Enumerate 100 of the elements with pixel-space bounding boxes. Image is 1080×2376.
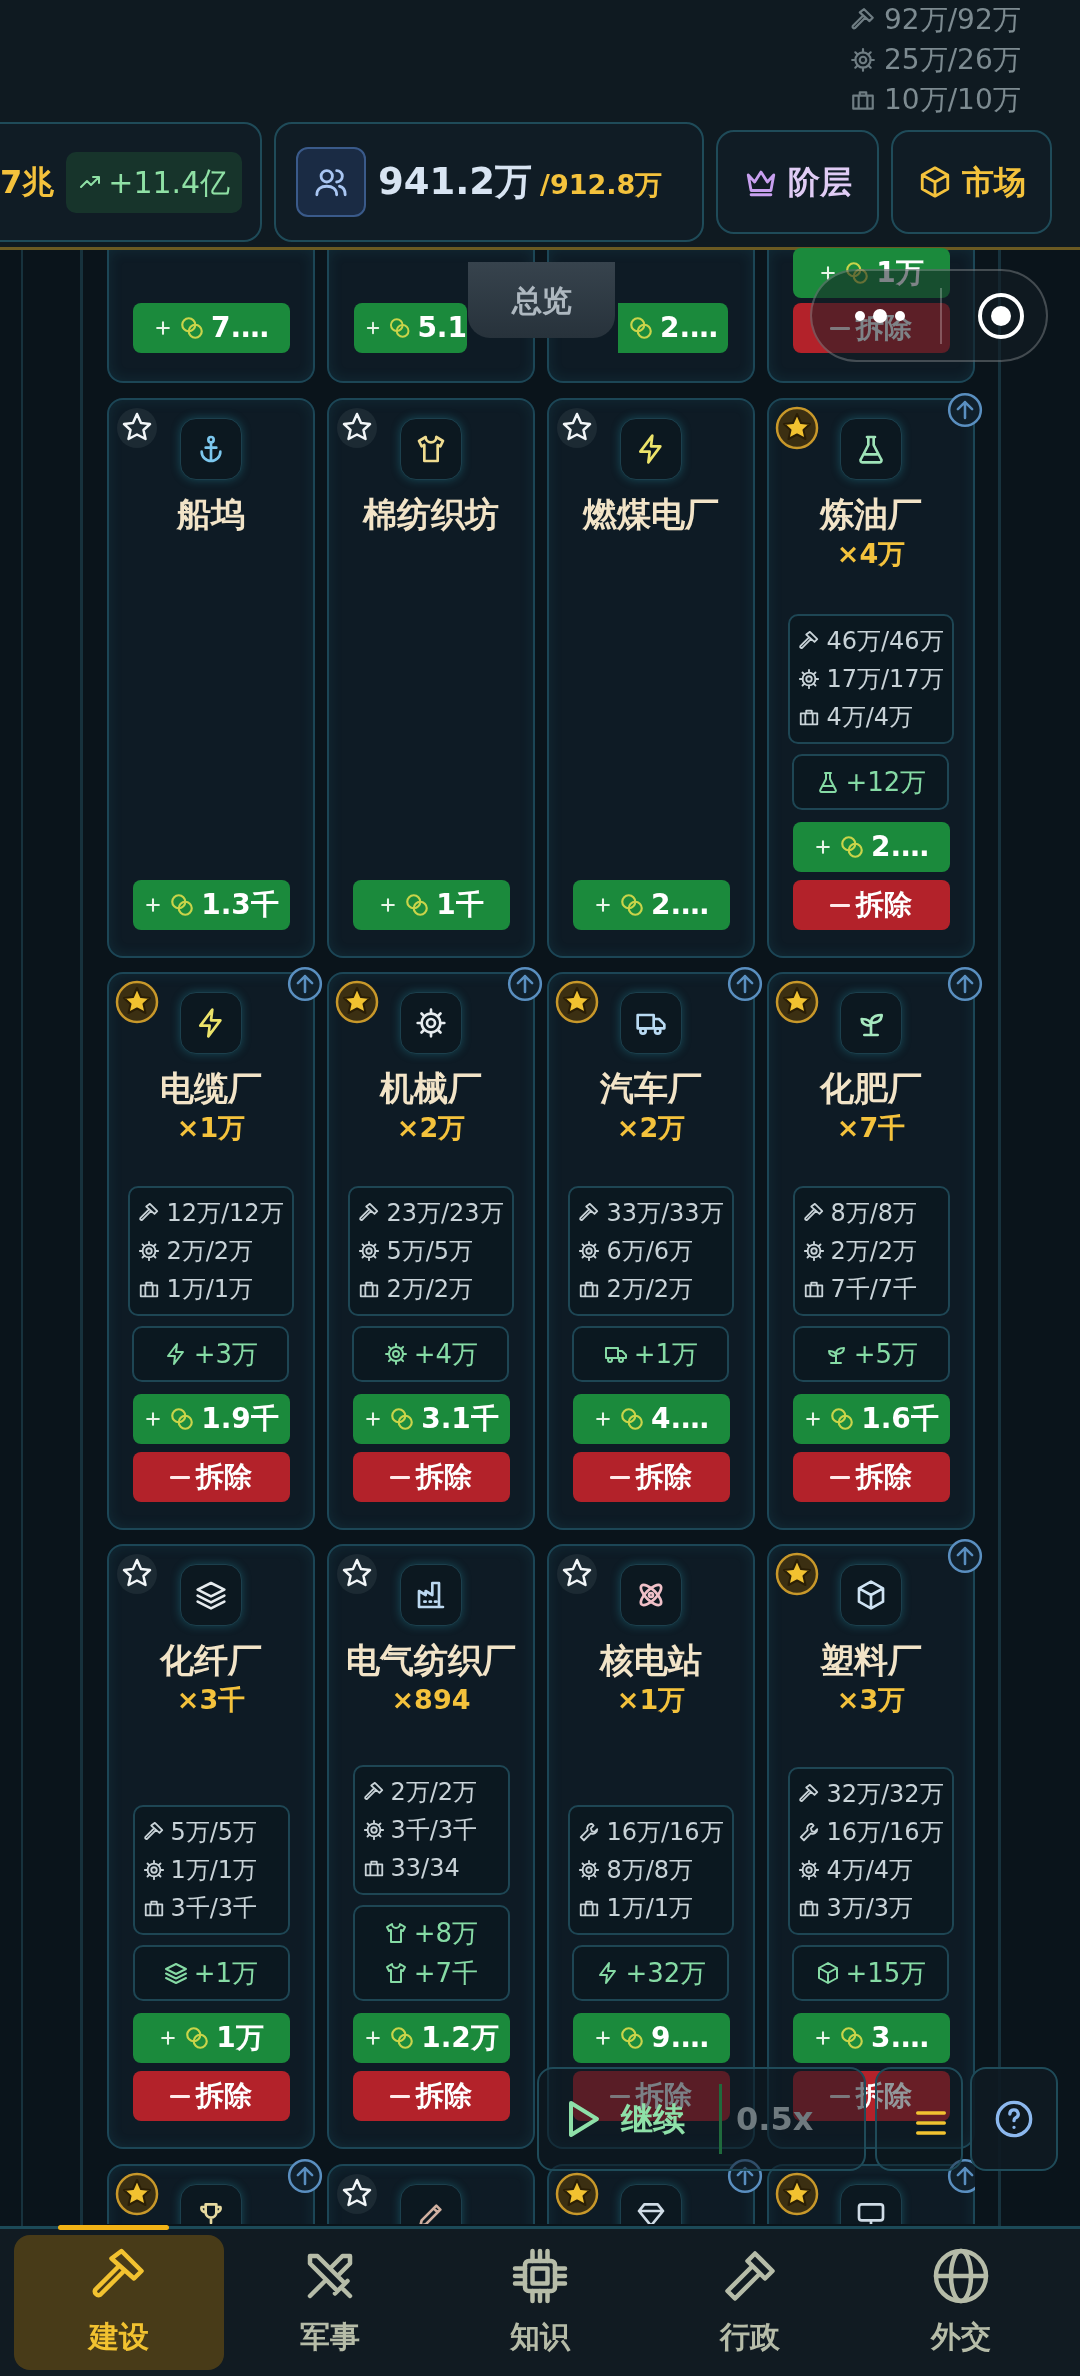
building-count: ×3千 [176,1683,246,1718]
gear-icon [383,1342,408,1366]
build-button[interactable]: 1.6千 [792,1394,950,1444]
building-name: 船坞 [177,493,245,536]
building-name: 棉纺织坊 [363,493,499,536]
building-name: 电缆厂 [160,1067,262,1110]
stat-value: 2万/2万 [386,1274,474,1305]
stat-value: 17万/17万 [826,664,944,695]
stat-value: 6万/6万 [606,1236,694,1267]
gear-icon [578,1240,601,1262]
population-value: 941.2万 [378,159,533,206]
stat-value: 33/34 [390,1853,460,1884]
hammer-icon [138,1202,161,1224]
stat-value: 2万/2万 [606,1274,694,1305]
build-button[interactable]: 2.… [792,822,950,872]
nav-tab[interactable]: 行政 [645,2235,856,2370]
build-button[interactable]: 5.1 [354,303,467,353]
build-button[interactable]: 9.… [572,2013,730,2063]
hammer-icon [578,1202,601,1224]
build-button[interactable]: 1万 [132,2013,290,2063]
build-button[interactable]: 3.… [792,2013,950,2063]
output-value: +5万 [853,1337,919,1371]
coins-icon [838,834,865,860]
demolish-button[interactable]: 拆除 [792,880,950,930]
header-button[interactable]: 市场 [891,130,1052,234]
minus-icon [830,902,850,908]
building-count: ×894 [391,1683,471,1718]
build-button[interactable]: 1.9千 [132,1394,290,1444]
building-count: ×7千 [836,1111,906,1146]
stat-value: 7千/7千 [830,1274,918,1305]
gear-icon [850,47,876,73]
close-target-icon[interactable] [976,290,1026,341]
stat-value: 3万/3万 [826,1893,914,1924]
stat-value: 46万/46万 [826,626,944,657]
population-capacity: /912.8万 [540,168,663,203]
build-button[interactable]: 7.… [132,303,290,353]
gear-icon [142,1859,165,1881]
stat-value: 1万/1万 [170,1855,258,1886]
layers-icon [163,1961,188,1985]
stat-value: 16万/16万 [826,1817,944,1848]
demolish-button[interactable]: 拆除 [572,1452,730,1502]
coins-icon [618,1406,645,1432]
building-name: 炼油厂 [820,493,922,536]
help-icon [994,2099,1034,2139]
build-button[interactable]: 1.2万 [352,2013,510,2063]
stat-value: 5万/5万 [170,1817,258,1848]
stat-value: 92万/92万 [884,2,1021,38]
building-name: 电气纺织厂 [346,1639,516,1682]
building-count: ×3万 [836,1683,906,1718]
shirt-icon [383,1921,408,1945]
stat-value: 32万/32万 [826,1779,944,1810]
building-count: ×2万 [396,1111,466,1146]
building-name: 塑料厂 [820,1639,922,1682]
output-value: +32万 [625,1956,707,1990]
build-button[interactable]: 3.1千 [352,1394,510,1444]
demolish-button[interactable]: 拆除 [352,1452,510,1502]
coins-icon [389,2025,416,2051]
building-count: ×2万 [616,1111,686,1146]
atom-icon [620,1564,682,1626]
minus-icon [390,1474,410,1480]
nav-tab[interactable]: 建设 [14,2235,225,2370]
demolish-button[interactable]: 拆除 [352,2071,510,2121]
output-value: +15万 [845,1956,927,1990]
building-name: 燃煤电厂 [583,493,719,536]
stat-value: 8万/8万 [606,1855,694,1886]
coins-icon [829,1406,856,1432]
minus-icon [610,2093,630,2099]
coins-icon [169,1406,196,1432]
build-button[interactable]: 4.… [572,1394,730,1444]
stat-value: 1万/1万 [166,1274,254,1305]
build-button[interactable]: 1.3千 [132,880,290,930]
cube-icon [815,1961,840,1985]
gear-icon [138,1240,161,1262]
nav-tab[interactable]: 军事 [224,2235,435,2370]
help-button[interactable] [970,2067,1058,2171]
demolish-button[interactable]: 拆除 [792,1452,950,1502]
output-value: +1万 [633,1337,699,1371]
up-arrow-icon[interactable] [946,2157,975,2195]
build-button[interactable]: 2.… [572,880,730,930]
build-button[interactable]: 2.… [618,303,728,353]
stat-value: 2万/2万 [166,1236,254,1267]
header-button[interactable]: 阶层 [716,130,879,234]
demolish-button[interactable]: 拆除 [132,2071,290,2121]
stat-value: 10万/10万 [884,82,1021,118]
anchor-icon [180,418,242,480]
building-name: 化纤厂 [160,1639,262,1682]
nav-tab[interactable]: 外交 [855,2235,1067,2370]
treasury-value: 7兆 [0,162,55,203]
wrench-icon [578,1821,601,1843]
output-value: +7千 [413,1956,479,1990]
hammer-icon [802,1202,825,1224]
build-button[interactable]: 1千 [352,880,510,930]
coins-icon [389,1406,416,1432]
nav-tab[interactable]: 知识 [434,2235,646,2370]
people-icon [296,147,366,217]
gear-icon [798,668,821,690]
demolish-button[interactable]: 拆除 [132,1452,290,1502]
overview-tab[interactable]: 总览 [468,262,615,338]
coins-icon [404,892,431,918]
gear-icon [578,1859,601,1881]
